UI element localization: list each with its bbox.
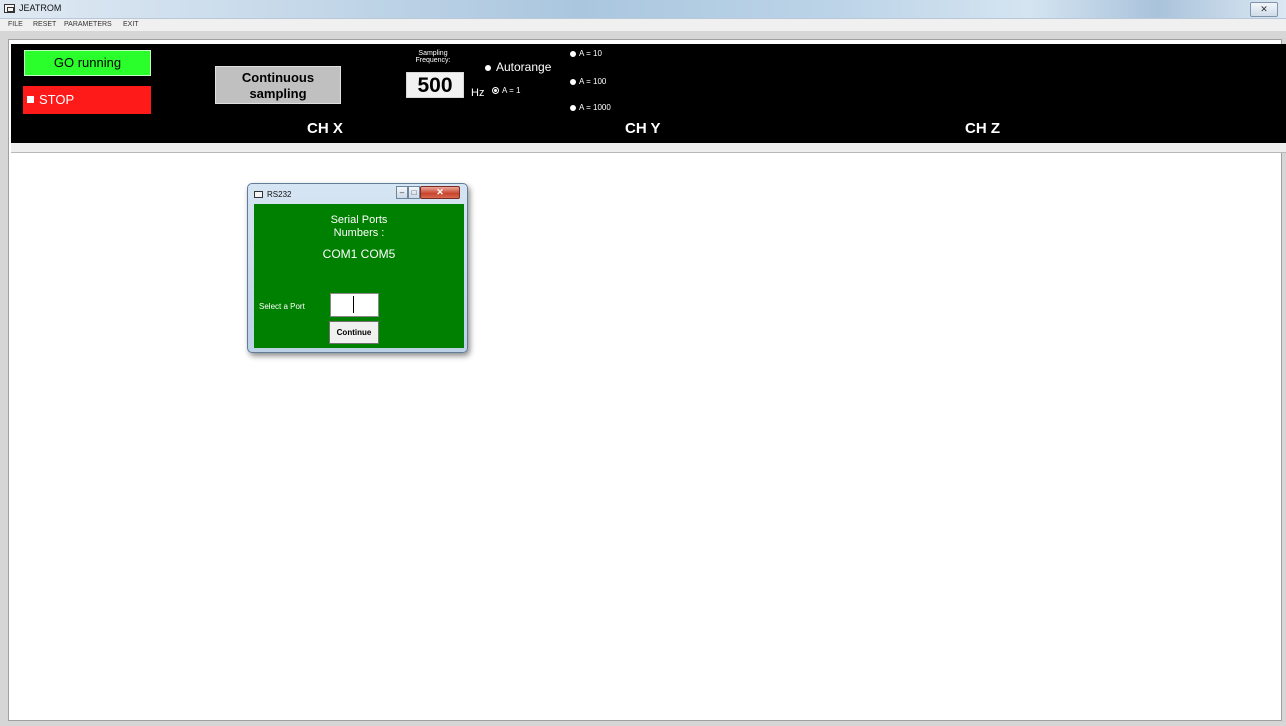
menu-reset[interactable]: RESET (33, 19, 56, 31)
frequency-unit: Hz (471, 87, 485, 99)
range-a1000-label: A = 1000 (579, 103, 611, 112)
range-a100-radio[interactable] (570, 79, 576, 85)
continuous-label-line1: Continuous (241, 70, 315, 85)
serial-ports-heading-line1: Serial Ports (330, 214, 388, 226)
continue-button[interactable]: Continue (329, 321, 379, 344)
sampling-frequency-label: Sampling Frequency: (405, 50, 461, 64)
autorange-radio[interactable] (485, 65, 491, 71)
stop-label: STOP (39, 92, 75, 107)
range-a10-label: A = 10 (579, 49, 602, 58)
dialog-title: RS232 (267, 190, 292, 199)
autorange-label: Autorange (496, 60, 552, 74)
window-titlebar: JEATROM ✕ (0, 0, 1286, 19)
dialog-minimize-button[interactable]: – (396, 186, 408, 199)
menu-exit[interactable]: EXIT (123, 19, 139, 31)
port-input[interactable] (330, 293, 379, 317)
stop-indicator-icon (27, 96, 34, 103)
select-port-label: Select a Port (259, 302, 305, 311)
frequency-input[interactable]: 500 (406, 72, 464, 98)
channel-y-label: CH Y (625, 120, 661, 137)
dialog-body: Serial Ports Numbers : COM1 COM5 Select … (254, 204, 464, 348)
continuous-label-line2: sampling (249, 86, 307, 101)
dialog-maximize-button[interactable]: □ (408, 186, 420, 199)
range-a10-radio[interactable] (570, 51, 576, 57)
window-close-button[interactable]: ✕ (1250, 2, 1278, 17)
range-a1-radio[interactable] (492, 87, 499, 94)
channel-z-label: CH Z (965, 120, 1000, 137)
serial-ports-heading-line2: Numbers : (333, 227, 385, 239)
range-a1-label: A = 1 (502, 86, 521, 95)
control-panel: GO running STOP Continuous sampling Samp… (11, 44, 1286, 143)
channel-x-label: CH X (307, 120, 343, 137)
dialog-app-icon (254, 191, 263, 198)
stop-button[interactable]: STOP (23, 86, 151, 114)
range-a1000-radio[interactable] (570, 105, 576, 111)
dialog-close-button[interactable]: ✕ (420, 186, 460, 199)
sampling-label-line1: Sampling (418, 50, 448, 57)
window-title: JEATROM (19, 3, 62, 13)
app-icon (4, 4, 15, 13)
sampling-label-line2: Frequency: (415, 57, 451, 64)
rs232-dialog: RS232 – □ ✕ Serial Ports Numbers : COM1 … (247, 183, 468, 353)
panel-divider (11, 143, 1286, 153)
menu-file[interactable]: FILE (8, 19, 23, 31)
menu-parameters[interactable]: PARAMETERS (64, 19, 112, 31)
available-ports: COM1 COM5 (322, 247, 396, 261)
continuous-sampling-button[interactable]: Continuous sampling (215, 66, 341, 104)
menu-bar: FILE RESET PARAMETERS EXIT (0, 19, 1286, 31)
range-a100-label: A = 100 (579, 77, 607, 86)
go-running-button[interactable]: GO running (24, 50, 151, 76)
